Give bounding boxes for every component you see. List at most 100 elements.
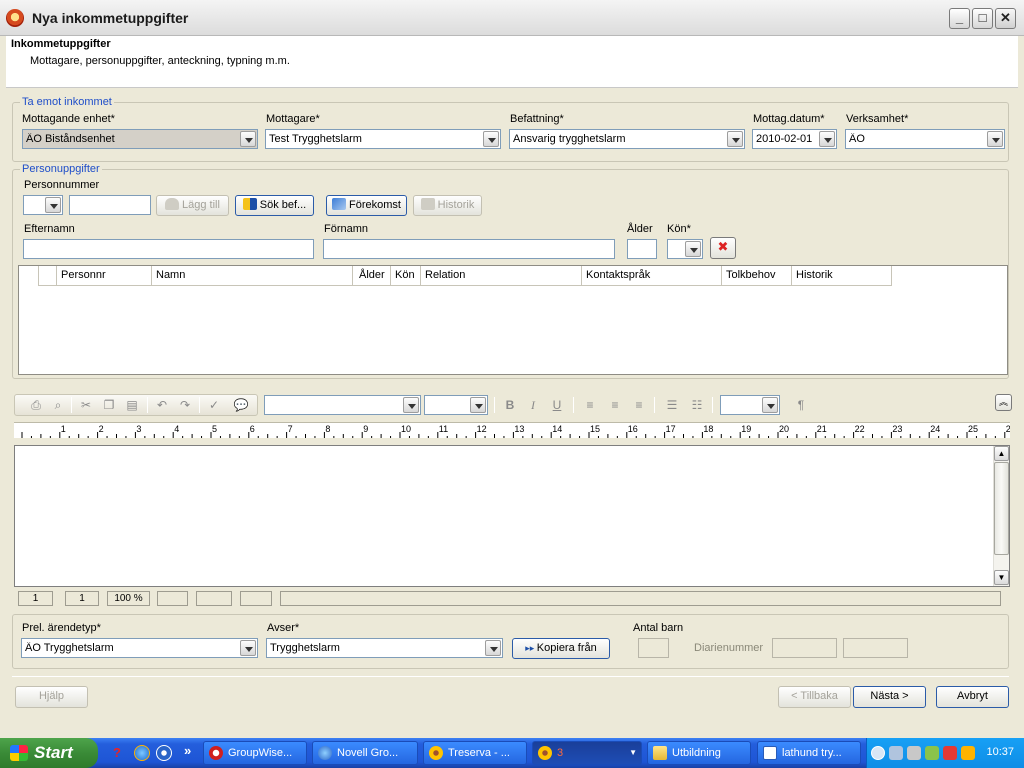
search-person-button[interactable]: Sök bef... xyxy=(235,195,314,216)
occurrence-button[interactable]: Förekomst xyxy=(326,195,407,216)
print-icon[interactable]: ⎙ xyxy=(28,398,44,412)
pnr-prefix-select[interactable] xyxy=(23,195,63,215)
spellcheck-icon[interactable]: ✓ xyxy=(206,398,222,412)
undo-icon[interactable]: ↶ xyxy=(154,398,170,412)
diary-input[interactable] xyxy=(772,638,837,658)
add-person-button[interactable]: Lägg till xyxy=(156,195,229,216)
chevron-down-icon[interactable] xyxy=(819,131,835,147)
align-left-icon[interactable]: ≡ xyxy=(582,398,598,412)
task-treserva-group[interactable]: 3 ▼ xyxy=(532,741,642,765)
redo-icon[interactable]: ↷ xyxy=(177,398,193,412)
ruler-number: 10 xyxy=(401,424,411,434)
person-table[interactable]: Personnr Namn Ålder Kön Relation Kontakt… xyxy=(18,265,1008,375)
paragraph-mark-icon[interactable]: ¶ xyxy=(793,398,809,412)
browser-icon[interactable] xyxy=(134,745,150,761)
font-name-select[interactable] xyxy=(264,395,421,415)
history-button[interactable]: Historik xyxy=(413,195,482,216)
task-groupwise[interactable]: GroupWise... xyxy=(203,741,307,765)
chevron-down-icon[interactable] xyxy=(45,197,61,213)
business-select[interactable]: ÄO xyxy=(845,129,1005,149)
network-icon[interactable] xyxy=(889,746,903,760)
align-right-icon[interactable]: ≡ xyxy=(631,398,647,412)
next-button[interactable]: Nästa > xyxy=(853,686,926,708)
task-utbildning[interactable]: Utbildning xyxy=(647,741,751,765)
close-button[interactable]: ✕ xyxy=(995,8,1016,29)
users-icon[interactable] xyxy=(925,746,939,760)
scroll-down-icon[interactable]: ▼ xyxy=(994,570,1009,585)
column-header[interactable]: Historik xyxy=(792,266,892,286)
chevron-down-icon[interactable] xyxy=(685,241,701,257)
chevron-down-icon[interactable] xyxy=(240,640,256,656)
column-header[interactable]: Relation xyxy=(421,266,582,286)
minimize-button[interactable]: _ xyxy=(949,8,970,29)
chevron-down-icon[interactable] xyxy=(470,397,486,413)
chevron-down-icon[interactable] xyxy=(483,131,499,147)
title-bar: Nya inkommetuppgifter _ □ ✕ xyxy=(0,0,1024,36)
diary-input-2[interactable] xyxy=(843,638,908,658)
lastname-input[interactable] xyxy=(23,239,314,259)
column-header[interactable]: Namn xyxy=(152,266,353,286)
help-icon[interactable]: ? xyxy=(113,745,121,760)
status-cell xyxy=(157,591,188,606)
copy-from-button[interactable]: ▸▸ Kopiera från xyxy=(512,638,610,659)
table-row-header xyxy=(39,266,57,286)
app-icon xyxy=(6,9,24,27)
chevron-down-icon[interactable] xyxy=(762,397,778,413)
column-header[interactable]: Kön xyxy=(391,266,421,286)
comment-icon[interactable]: 💬 xyxy=(229,398,253,412)
media-player-icon[interactable] xyxy=(156,745,172,761)
start-button[interactable]: Start xyxy=(0,738,98,768)
task-novell[interactable]: Novell Gro... xyxy=(312,741,418,765)
bold-icon[interactable]: B xyxy=(502,398,518,412)
maximize-button[interactable]: □ xyxy=(972,8,993,29)
quicklaunch-more-icon[interactable]: » xyxy=(184,743,191,758)
date-picker[interactable]: 2010-02-01 xyxy=(752,129,837,149)
chevron-down-icon[interactable] xyxy=(403,397,419,413)
italic-icon[interactable]: I xyxy=(525,398,541,412)
chevron-down-icon[interactable] xyxy=(240,131,256,147)
task-lathund[interactable]: lathund try... xyxy=(757,741,861,765)
task-treserva[interactable]: Treserva - ... xyxy=(423,741,527,765)
concerns-select[interactable]: Trygghetslarm xyxy=(266,638,503,658)
collapse-toolbar-button[interactable]: ︽ xyxy=(995,394,1012,411)
chevron-down-icon[interactable] xyxy=(485,640,501,656)
age-input[interactable] xyxy=(627,239,657,259)
column-header[interactable]: Ålder xyxy=(353,266,391,286)
scrollbar-thumb[interactable] xyxy=(994,462,1009,555)
recipient-select[interactable]: Test Trygghetslarm xyxy=(265,129,501,149)
security-shield-icon[interactable] xyxy=(943,746,957,760)
cancel-button[interactable]: Avbryt xyxy=(936,686,1009,708)
chevron-down-icon[interactable] xyxy=(727,131,743,147)
clear-person-button[interactable]: ✖ xyxy=(710,237,736,259)
column-header[interactable]: Personnr xyxy=(57,266,152,286)
chevron-down-icon[interactable] xyxy=(987,131,1003,147)
print-preview-icon[interactable]: ⌕ xyxy=(50,398,66,412)
scroll-up-icon[interactable]: ▲ xyxy=(994,446,1009,461)
position-select[interactable]: Ansvarig trygghetslarm xyxy=(509,129,745,149)
copy-icon[interactable]: ❐ xyxy=(101,398,117,412)
tray-expand-icon[interactable] xyxy=(871,746,885,760)
children-input[interactable] xyxy=(638,638,669,658)
case-type-select[interactable]: ÄO Trygghetslarm xyxy=(21,638,258,658)
help-button[interactable]: Hjälp xyxy=(15,686,88,708)
style-select[interactable] xyxy=(720,395,780,415)
column-header[interactable]: Tolkbehov xyxy=(722,266,792,286)
pnr-input[interactable] xyxy=(69,195,151,215)
vertical-scrollbar[interactable]: ▲ ▼ xyxy=(993,446,1009,586)
gender-select[interactable] xyxy=(667,239,703,259)
printer-icon[interactable] xyxy=(907,746,921,760)
antivirus-icon[interactable] xyxy=(961,746,975,760)
numbered-list-icon[interactable]: ☷ xyxy=(689,398,705,412)
paste-icon[interactable]: ▤ xyxy=(124,398,140,412)
firstname-input[interactable] xyxy=(323,239,615,259)
underline-icon[interactable]: U xyxy=(549,398,565,412)
cut-icon[interactable]: ✂ xyxy=(78,398,94,412)
back-button[interactable]: < Tillbaka xyxy=(778,686,851,708)
history-label: Historik xyxy=(437,199,475,211)
bullet-list-icon[interactable]: ☰ xyxy=(664,398,680,412)
column-header[interactable]: Kontaktspråk xyxy=(582,266,722,286)
unit-select[interactable]: ÄO Biståndsenhet xyxy=(22,129,258,149)
font-size-select[interactable] xyxy=(424,395,488,415)
align-center-icon[interactable]: ≡ xyxy=(607,398,623,412)
note-editor[interactable]: ▲ ▼ xyxy=(14,445,1010,587)
